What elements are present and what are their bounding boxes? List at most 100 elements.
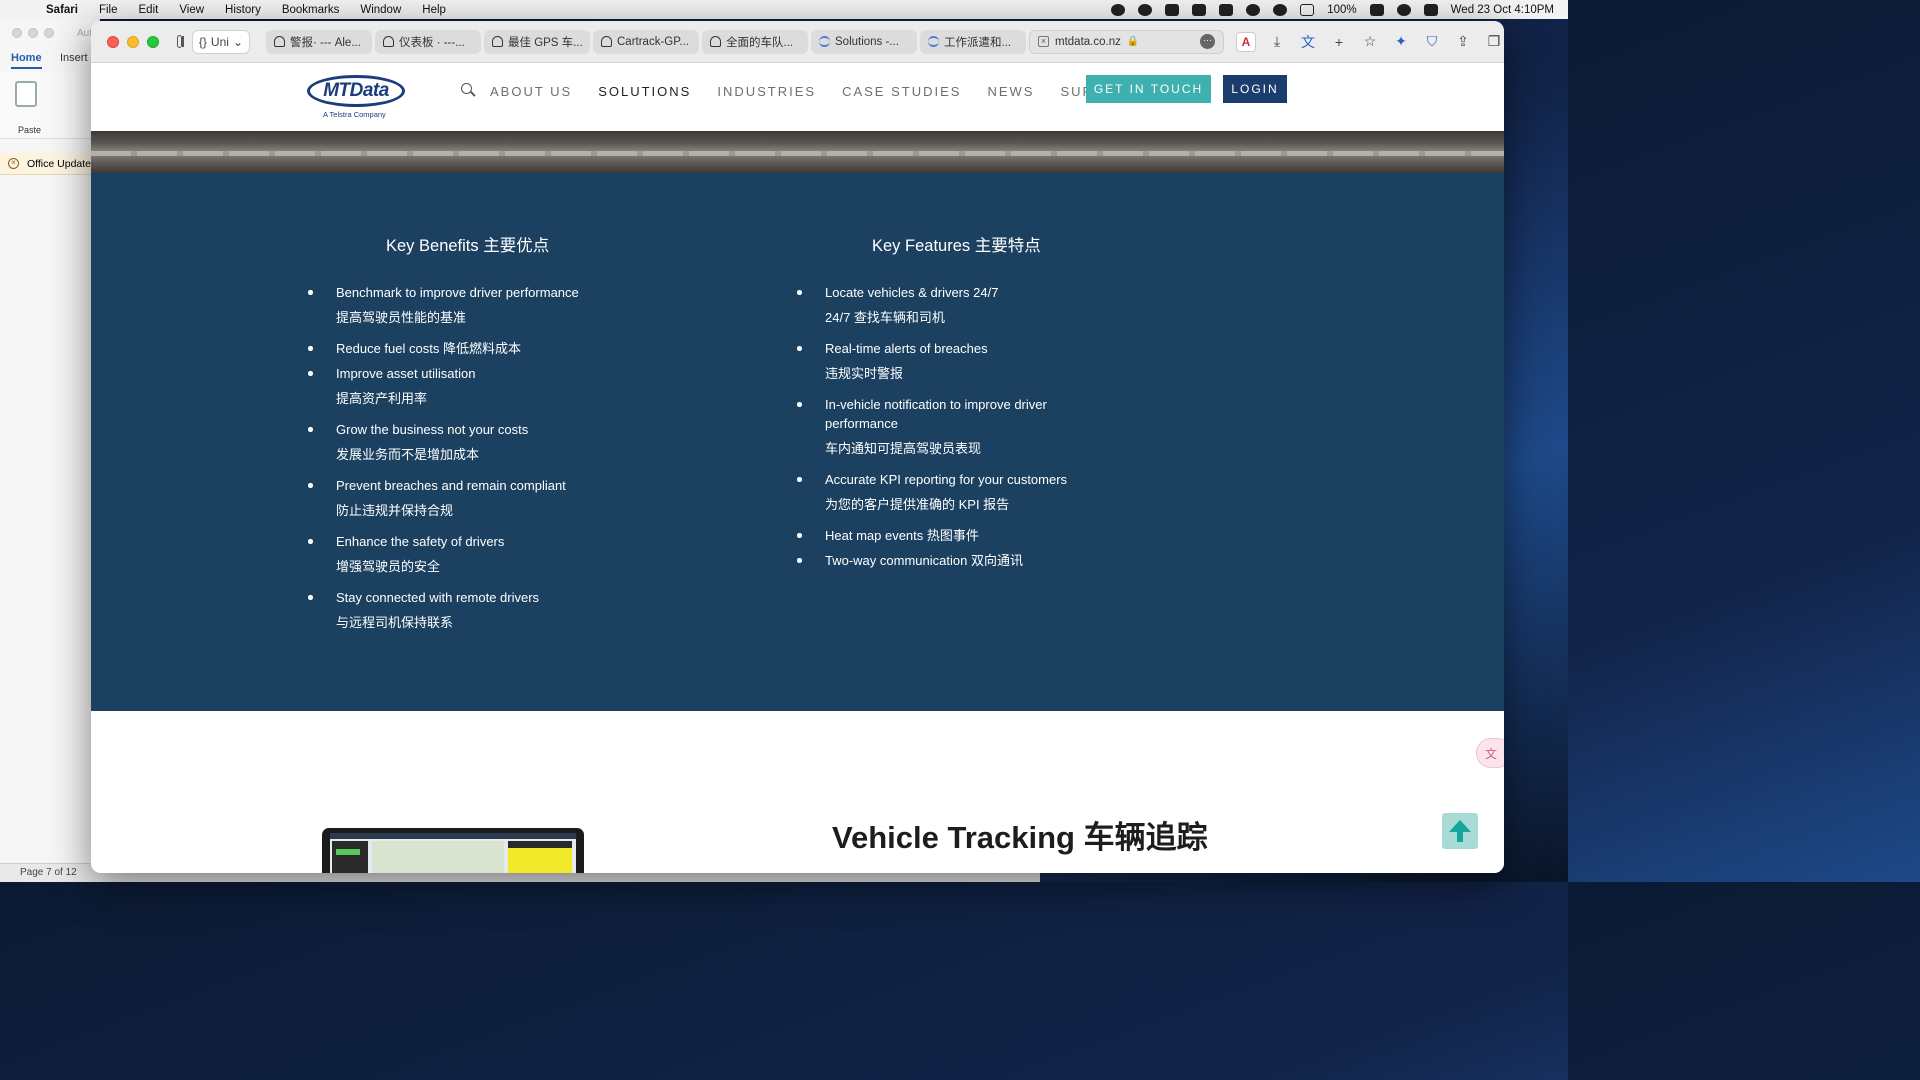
browser-tab[interactable]: 最佳 GPS 车... (484, 29, 590, 54)
battery-icon[interactable] (1369, 3, 1384, 16)
shield-extension-icon[interactable]: ⛉ (1422, 32, 1442, 52)
office-icon[interactable] (1219, 3, 1234, 16)
nav-about-us[interactable]: ABOUT US (490, 84, 572, 99)
new-tab-icon[interactable]: + (1329, 32, 1349, 52)
nav-news[interactable]: NEWS (987, 84, 1034, 99)
tab-group-selector[interactable]: {} Uni ⌄ (191, 29, 250, 54)
list-item: Two-way communication 双向通讯 (795, 551, 1085, 570)
menu-view[interactable]: View (179, 4, 204, 16)
list-item: Accurate KPI reporting for your customer… (795, 470, 1085, 514)
logo-subtitle: A Telstra Company (323, 110, 386, 119)
cartrack-favicon-icon (492, 36, 503, 47)
nav-industries[interactable]: INDUSTRIES (717, 84, 816, 99)
browser-tab[interactable]: Solutions -... (811, 29, 917, 54)
office-update-bar[interactable]: × Office Update (0, 153, 100, 175)
word-page-status: Page 7 of 12 (20, 867, 77, 878)
control-center-icon[interactable] (1423, 3, 1438, 16)
battery-percent: 100% (1327, 3, 1357, 16)
close-icon[interactable]: × (8, 158, 19, 169)
close-window-button[interactable] (107, 35, 119, 48)
laptop-dashboard-image (322, 828, 584, 873)
acrobat-extension-icon[interactable]: A (1236, 31, 1256, 52)
list-item: Heat map events 热图事件 (795, 526, 1085, 545)
features-list: Locate vehicles & drivers 24/7 24/7 查找车辆和… (795, 283, 1085, 570)
benefits-list: Benchmark to improve driver performance 提… (306, 283, 606, 632)
menu-history[interactable]: History (225, 4, 261, 16)
safari-window: {} Uni ⌄ 警报· --- Ale... 仪表板 · ---... 最佳 … (91, 21, 1504, 873)
word-tab-home[interactable]: Home (11, 52, 42, 69)
bookmark-star-icon[interactable]: ☆ (1360, 32, 1380, 52)
login-button[interactable]: LOGIN (1223, 75, 1287, 103)
key-features-heading: Key Features 主要特点 (872, 237, 1041, 255)
wifi-icon[interactable] (1396, 3, 1411, 16)
menu-edit[interactable]: Edit (139, 4, 159, 16)
lock-icon: 🔒 (1126, 36, 1140, 47)
menu-bookmarks[interactable]: Bookmarks (282, 4, 340, 16)
download-icon[interactable]: ⤓ (1267, 32, 1287, 52)
list-item: Benchmark to improve driver performance 提… (306, 283, 606, 327)
list-item: In-vehicle notification to improve drive… (795, 395, 1085, 458)
macos-menubar: Safari File Edit View History Bookmarks … (0, 0, 1568, 19)
vehicle-tracking-heading: Vehicle Tracking 车辆追踪 (832, 820, 1208, 855)
play-icon[interactable] (1273, 3, 1288, 16)
more-options-icon[interactable]: ··· (1200, 34, 1215, 49)
hero-image-road (91, 131, 1504, 173)
word-autosave-label: Aut (77, 28, 93, 39)
nav-solutions[interactable]: SOLUTIONS (598, 84, 691, 99)
search-icon[interactable] (461, 83, 476, 97)
office-update-label: Office Update (27, 157, 92, 170)
menu-file[interactable]: File (99, 4, 118, 16)
translate-icon[interactable]: 文 (1298, 32, 1318, 52)
input-source-icon[interactable] (1300, 3, 1315, 16)
browser-tab[interactable]: 警报· --- Ale... (266, 29, 372, 54)
menu-help[interactable]: Help (422, 4, 446, 16)
tab-overview-icon[interactable]: ❐ (1484, 32, 1504, 52)
floating-translate-icon[interactable]: 文 (1476, 738, 1504, 768)
address-bar-url[interactable]: mtdata.co.nz (1055, 36, 1121, 48)
safari-toolbar: {} Uni ⌄ 警报· --- Ale... 仪表板 · ---... 最佳 … (91, 21, 1504, 63)
word-window-background: Aut Home Insert Paste × Office Update (0, 19, 100, 882)
menu-app-safari[interactable]: Safari (46, 4, 78, 16)
list-item: Grow the business not your costs 发展业务而不是增… (306, 420, 606, 464)
pin-app-icon[interactable] (1192, 3, 1207, 16)
cartrack-favicon-icon (710, 36, 721, 47)
nav-case-studies[interactable]: CASE STUDIES (842, 84, 961, 99)
mtdata-favicon-icon (819, 36, 830, 47)
chevron-down-icon: ⌄ (232, 34, 243, 49)
chatgpt-icon[interactable] (1111, 3, 1126, 16)
browser-tab[interactable]: 仪表板 · ---... (375, 29, 481, 54)
bird-extension-icon[interactable]: ✦ (1391, 32, 1411, 52)
main-nav: ABOUT US SOLUTIONS INDUSTRIES CASE STUDI… (490, 84, 1137, 99)
cartrack-favicon-icon (274, 36, 285, 47)
vehicle-tracking-section: Vehicle Tracking 车辆追踪 (91, 711, 1504, 873)
paste-icon[interactable] (15, 81, 37, 107)
wechat-icon[interactable] (1246, 3, 1261, 16)
cartrack-favicon-icon (601, 36, 612, 47)
word-tab-insert[interactable]: Insert (60, 52, 88, 64)
minimize-window-button[interactable] (127, 35, 139, 48)
site-header: MTData A Telstra Company ABOUT US SOLUTI… (91, 63, 1504, 131)
close-tab-icon[interactable]: × (1038, 36, 1049, 47)
zoom-window-button[interactable] (147, 35, 159, 48)
scroll-to-top-button[interactable] (1442, 813, 1478, 849)
mtdata-favicon-icon (928, 36, 939, 47)
sidebar-toggle-icon[interactable] (177, 35, 184, 48)
shield-icon[interactable] (1165, 3, 1180, 16)
browser-tab[interactable]: Cartrack-GP... (593, 29, 699, 54)
menubar-clock[interactable]: Wed 23 Oct 4:10PM (1451, 4, 1554, 16)
list-item: Enhance the safety of drivers 增强驾驶员的安全 (306, 532, 606, 576)
web-page: MTData A Telstra Company ABOUT US SOLUTI… (91, 63, 1504, 873)
browser-tab[interactable]: 工作派遣和... (920, 29, 1026, 54)
key-benefits-heading: Key Benefits 主要优点 (386, 237, 550, 255)
tab-group-icon: {} (198, 34, 207, 49)
share-icon[interactable]: ⇪ (1453, 32, 1473, 52)
mtdata-logo[interactable]: MTData A Telstra Company (307, 73, 407, 121)
menubar-status-area: 100% Wed 23 Oct 4:10PM (1111, 3, 1554, 16)
word-traffic-lights (12, 28, 54, 38)
menu-window[interactable]: Window (360, 4, 401, 16)
list-item: Improve asset utilisation 提高资产利用率 (306, 364, 606, 408)
grammarly-icon[interactable] (1138, 3, 1153, 16)
browser-tab[interactable]: 全面的车队... (702, 29, 808, 54)
browser-tab-active[interactable]: × mtdata.co.nz 🔒 ··· (1029, 29, 1224, 54)
get-in-touch-button[interactable]: GET IN TOUCH (1086, 75, 1211, 103)
